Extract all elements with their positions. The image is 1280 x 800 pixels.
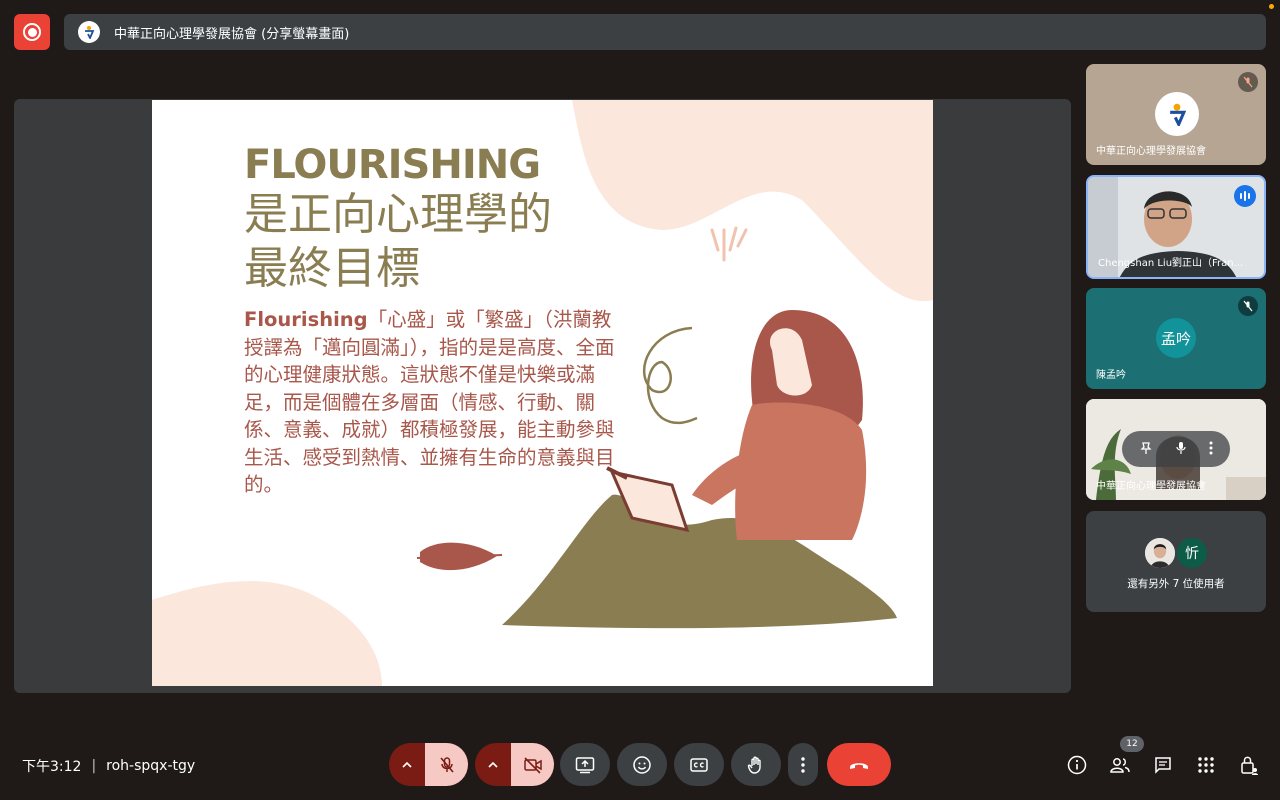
participant-tile[interactable]: 中華正向心理學發展協會 xyxy=(1086,64,1266,165)
meeting-time: 下午3:12 xyxy=(22,759,82,775)
tile-hover-controls xyxy=(1122,431,1230,467)
slide-body: Flourishing「心盛」或「繁盛」（洪蘭教授譯為「邁向圓滿」），指的是是高… xyxy=(244,306,616,499)
closed-captions-icon xyxy=(690,757,708,772)
chat-icon xyxy=(1155,757,1171,774)
lock-person-icon xyxy=(1241,756,1258,775)
other-participants-tile[interactable]: 忻 還有另外 7 位使用者 xyxy=(1086,511,1266,612)
end-call-icon xyxy=(850,762,868,769)
reactions-button[interactable] xyxy=(617,743,667,786)
shared-slide: FLOURISHING 是正向心理學的 最終目標 Flourishing「心盛」… xyxy=(152,100,933,686)
participant-name: 中華正向心理學發展協會 xyxy=(1096,481,1206,492)
slide-body-text: 「心盛」或「繁盛」（洪蘭教授譯為「邁向圓滿」），指的是是高度、全面的心理健康狀態… xyxy=(244,308,615,496)
leave-call-button[interactable] xyxy=(827,743,891,786)
meeting-info-separator: | xyxy=(91,758,97,774)
people-icon xyxy=(1110,758,1130,773)
mic-off-icon xyxy=(439,756,454,773)
meeting-details-button[interactable] xyxy=(1064,752,1090,778)
info-icon xyxy=(1067,755,1087,775)
camera-off-button[interactable] xyxy=(511,743,554,786)
participant-name: 中華正向心理學發展協會 xyxy=(1096,146,1206,157)
mic-off-button[interactable] xyxy=(425,743,468,786)
present-screen-button[interactable] xyxy=(560,743,610,786)
people-count-badge: 12 xyxy=(1120,736,1144,752)
slide-title-line-2: 最終目標 xyxy=(244,243,420,294)
screen-share-banner: 中華正向心理學發展協會 (分享螢幕畫面) xyxy=(64,14,1266,50)
slide-title-chinese: 是正向心理學的 最終目標 xyxy=(244,188,624,296)
mic-off-icon xyxy=(1238,296,1258,316)
mic-off-icon xyxy=(1238,72,1258,92)
participant-name: 陳孟吟 xyxy=(1096,370,1126,381)
status-dot xyxy=(1269,4,1274,9)
share-title: 中華正向心理學發展協會 (分享螢幕畫面) xyxy=(114,26,350,42)
raise-hand-icon xyxy=(747,756,761,774)
more-options-button[interactable] xyxy=(788,743,818,786)
present-screen-icon xyxy=(575,756,595,773)
more-options-icon[interactable] xyxy=(1209,440,1213,459)
meeting-info: 下午3:12 | roh-spqx-tgy xyxy=(22,756,195,776)
participant-tile-hovered[interactable]: 中華正向心理學發展協會 xyxy=(1086,399,1266,500)
captions-button[interactable] xyxy=(674,743,724,786)
more-vert-icon xyxy=(801,756,805,773)
recording-indicator-button[interactable] xyxy=(14,14,50,50)
chat-button[interactable] xyxy=(1150,752,1176,778)
record-icon xyxy=(23,23,41,41)
participant-avatar: 孟吟 xyxy=(1156,318,1196,358)
raise-hand-button[interactable] xyxy=(731,743,781,786)
organization-logo-icon xyxy=(78,21,100,43)
slide-title-english: FLOURISHING xyxy=(244,142,541,188)
organization-logo-icon xyxy=(1155,92,1199,136)
camera-options-chevron-up-icon[interactable] xyxy=(475,743,511,786)
people-button[interactable] xyxy=(1107,752,1133,778)
speaking-indicator-icon xyxy=(1234,185,1256,207)
mic-icon[interactable] xyxy=(1174,440,1188,459)
camera-off-icon xyxy=(523,756,542,774)
apps-grid-icon xyxy=(1198,757,1214,773)
participant-name: Chengshan Liu劉正山（Fran... xyxy=(1098,258,1244,269)
host-controls-button[interactable] xyxy=(1236,752,1262,778)
pin-icon[interactable] xyxy=(1139,440,1153,459)
participant-photo-avatar xyxy=(1143,536,1177,570)
meeting-code: roh-spqx-tgy xyxy=(106,758,196,774)
emoji-icon xyxy=(633,755,651,774)
mic-options-chevron-up-icon[interactable] xyxy=(389,743,425,786)
presentation-area: FLOURISHING 是正向心理學的 最終目標 Flourishing「心盛」… xyxy=(14,99,1071,693)
camera-control xyxy=(475,743,554,786)
participant-tile[interactable]: 孟吟 陳孟吟 xyxy=(1086,288,1266,389)
activities-button[interactable] xyxy=(1193,752,1219,778)
slide-title-line-1: 是正向心理學的 xyxy=(244,189,552,240)
others-count-label: 還有另外 7 位使用者 xyxy=(1127,578,1225,590)
participant-avatar: 忻 xyxy=(1175,536,1209,570)
slide-body-lead: Flourishing xyxy=(244,308,368,331)
participant-tile-active-speaker[interactable]: Chengshan Liu劉正山（Fran... xyxy=(1086,175,1266,279)
microphone-control xyxy=(389,743,468,786)
